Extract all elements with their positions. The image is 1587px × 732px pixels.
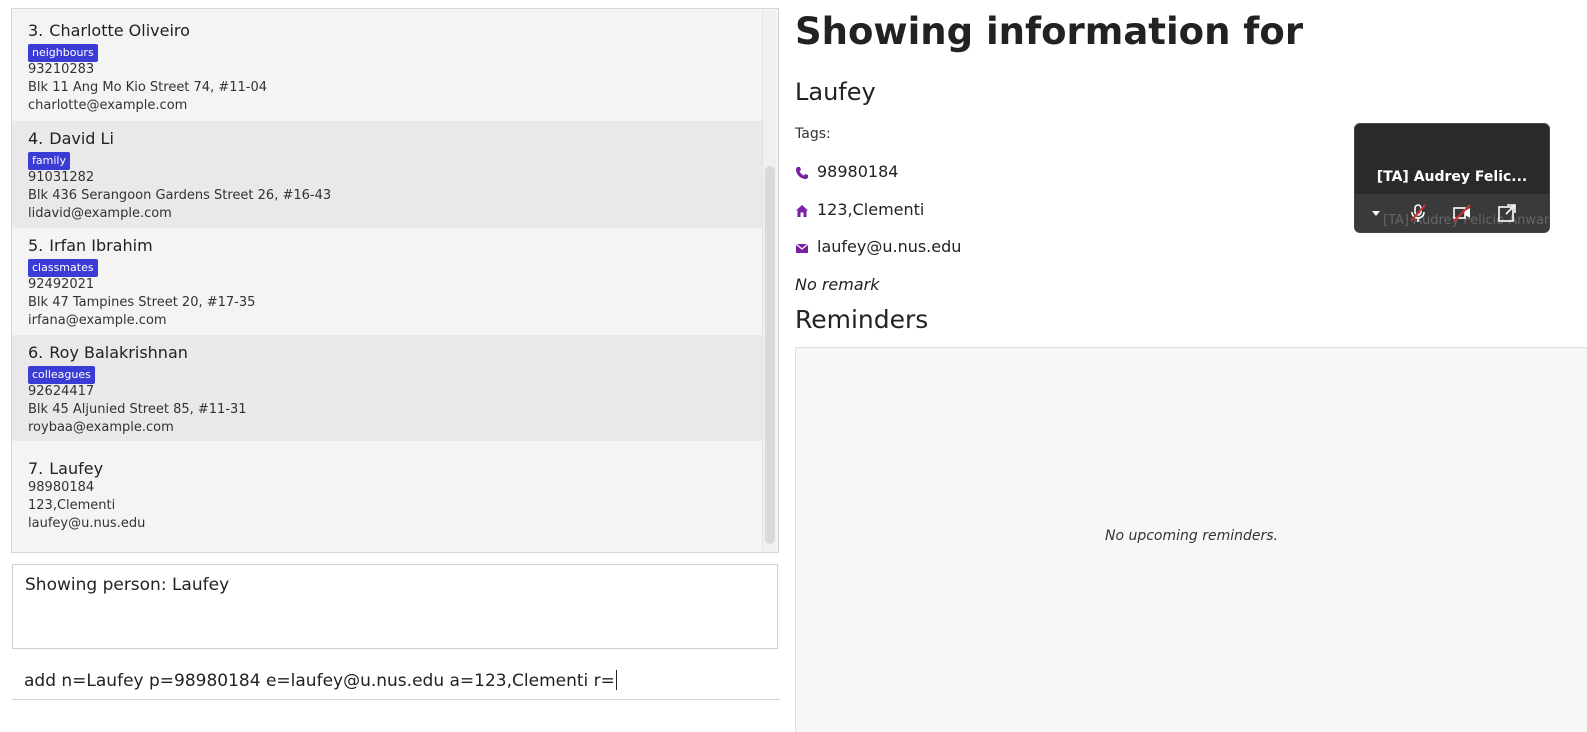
detail-email: laufey@u.nus.edu [817, 237, 962, 256]
home-icon [795, 203, 809, 217]
detail-title: Showing information for [795, 10, 1304, 53]
person-phone: 98980184 [28, 480, 95, 495]
person-list[interactable]: 3. Charlotte Oliveiro neighbours 93210283… [11, 8, 779, 553]
dropdown-icon[interactable] [1365, 202, 1387, 224]
detail-name: Laufey [795, 78, 876, 106]
person-address: Blk 45 Aljunied Street 85, #11-31 [28, 402, 247, 417]
detail-remark: No remark [795, 275, 880, 294]
person-name: Roy Balakrishnan [49, 343, 188, 362]
person-name: Charlotte Oliveiro [49, 21, 190, 40]
text-caret [615, 670, 617, 690]
person-email: irfana@example.com [28, 313, 167, 328]
person-index: 5. [28, 236, 44, 255]
person-name: Irfan Ibrahim [49, 236, 153, 255]
person-address: Blk 47 Tampines Street 20, #17-35 [28, 295, 256, 310]
person-tag: classmates [28, 259, 98, 277]
video-call-overlay[interactable]: [TA] Audrey Felic... [TA] Audrey Felicio… [1354, 123, 1550, 233]
reminders-panel: No upcoming reminders. [795, 347, 1587, 732]
scrollbar-thumb[interactable] [765, 166, 775, 544]
person-tag: family [28, 152, 70, 170]
mic-muted-icon[interactable] [1407, 202, 1429, 224]
command-text[interactable]: add n=Laufey p=98980184 e=laufey@u.nus.e… [24, 671, 615, 691]
envelope-icon [795, 240, 809, 254]
popout-icon[interactable] [1496, 202, 1518, 224]
detail-email-row: laufey@u.nus.edu [795, 237, 961, 256]
person-address: Blk 436 Serangoon Gardens Street 26, #16… [28, 188, 332, 203]
person-phone: 92492021 [28, 277, 95, 292]
person-card[interactable]: 7. Laufey 98980184 123,Clementi laufey@u.… [12, 441, 763, 547]
person-phone: 91031282 [28, 170, 95, 185]
result-text: Showing person: Laufey [25, 575, 230, 595]
person-email: laufey@u.nus.edu [28, 516, 146, 531]
camera-off-icon[interactable] [1451, 202, 1473, 224]
person-card[interactable]: 3. Charlotte Oliveiro neighbours 93210283… [12, 9, 763, 121]
detail-address-row: 123,Clementi [795, 200, 924, 219]
detail-address: 123,Clementi [817, 200, 925, 219]
person-card[interactable]: 5. Irfan Ibrahim classmates 92492021 Blk … [12, 228, 763, 335]
person-tag: colleagues [28, 366, 95, 384]
person-email: lidavid@example.com [28, 206, 172, 221]
person-tag: neighbours [28, 44, 98, 62]
person-address: 123,Clementi [28, 498, 116, 513]
person-index: 4. [28, 129, 44, 148]
person-index: 7. [28, 459, 44, 478]
person-phone: 92624417 [28, 384, 95, 399]
person-email: roybaa@example.com [28, 420, 174, 435]
command-input[interactable]: add n=Laufey p=98980184 e=laufey@u.nus.e… [12, 664, 780, 700]
person-index: 3. [28, 21, 44, 40]
person-address: Blk 11 Ang Mo Kio Street 74, #11-04 [28, 80, 268, 95]
reminders-empty-text: No upcoming reminders. [1104, 528, 1279, 544]
person-index: 6. [28, 343, 44, 362]
person-phone: 93210283 [28, 62, 95, 77]
list-scrollbar[interactable] [762, 11, 776, 551]
person-name: Laufey [49, 459, 104, 478]
app-window: 3. Charlotte Oliveiro neighbours 93210283… [0, 0, 1587, 732]
person-email: charlotte@example.com [28, 98, 188, 113]
person-card[interactable]: 6. Roy Balakrishnan colleagues 92624417 B… [12, 335, 763, 441]
video-controls-bar: [TA] Audrey Felicio Anwar [1355, 194, 1549, 232]
detail-phone: 98980184 [817, 162, 899, 181]
detail-tags-label: Tags: [795, 126, 831, 142]
person-name: David Li [49, 129, 114, 148]
video-participant-name: [TA] Audrey Felic... [1376, 169, 1528, 185]
reminders-heading: Reminders [795, 305, 929, 334]
phone-icon [795, 165, 809, 179]
person-card[interactable]: 4. David Li family 91031282 Blk 436 Seran… [12, 121, 763, 228]
detail-phone-row: 98980184 [795, 162, 898, 181]
result-display: Showing person: Laufey [12, 564, 778, 649]
